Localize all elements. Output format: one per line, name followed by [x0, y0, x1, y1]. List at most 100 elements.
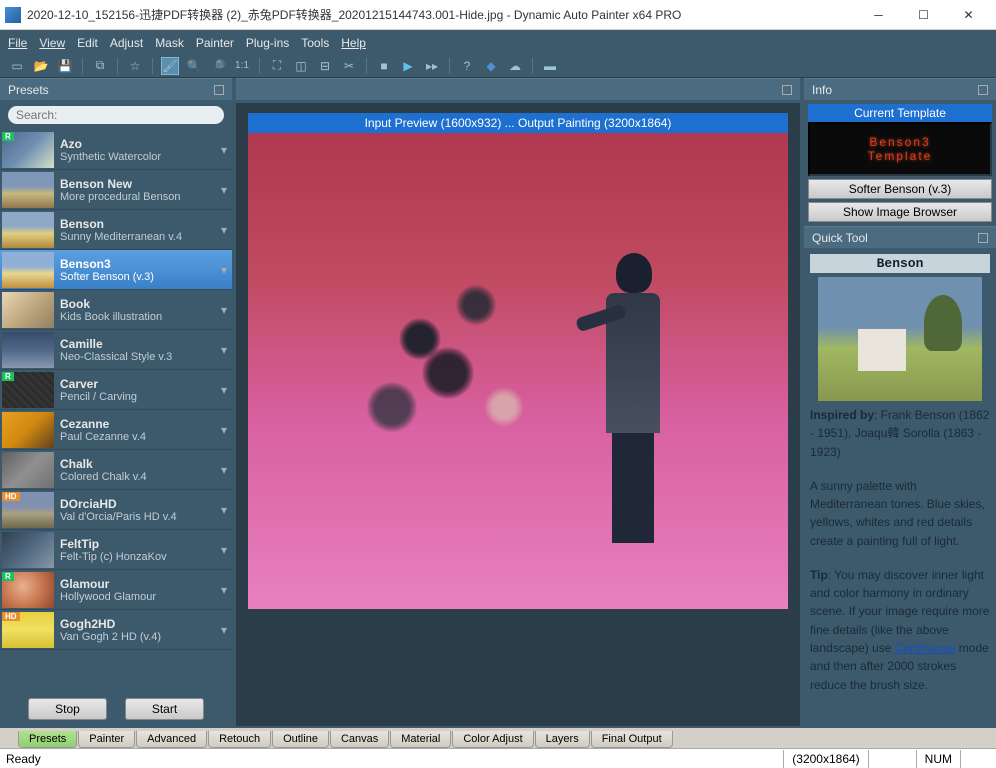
preset-dropdown-icon[interactable]: ▾ [218, 303, 230, 317]
tab-retouch[interactable]: Retouch [208, 731, 271, 748]
menu-tools[interactable]: Tools [301, 35, 329, 50]
open-icon[interactable]: 📂 [32, 57, 50, 75]
preset-item-chalk[interactable]: Chalk Colored Chalk v.4 ▾ [0, 450, 232, 490]
preset-item-benson3[interactable]: Benson3 Softer Benson (v.3) ▾ [0, 250, 232, 290]
preset-item-dorciahd[interactable]: HD DOrciaHD Val d'Orcia/Paris HD v.4 ▾ [0, 490, 232, 530]
pin-icon[interactable] [978, 85, 988, 95]
cloud-icon[interactable]: ☁ [506, 57, 524, 75]
preset-text: Cezanne Paul Cezanne v.4 [60, 417, 218, 443]
tab-outline[interactable]: Outline [272, 731, 329, 748]
menu-help[interactable]: Help [341, 35, 366, 50]
right-panel: Info Current Template Benson3 Template S… [804, 78, 996, 726]
preset-dropdown-icon[interactable]: ▾ [218, 503, 230, 517]
preset-text: Azo Synthetic Watercolor [60, 137, 218, 163]
presets-header-label: Presets [8, 83, 49, 97]
menu-adjust[interactable]: Adjust [110, 35, 143, 50]
preset-item-book[interactable]: Book Kids Book illustration ▾ [0, 290, 232, 330]
preset-name: Benson New [60, 177, 218, 191]
close-button[interactable]: ✕ [946, 1, 991, 29]
zoom-in-icon[interactable]: 🔍 [185, 57, 203, 75]
preset-item-azo[interactable]: R Azo Synthetic Watercolor ▾ [0, 130, 232, 170]
start-button[interactable]: Start [125, 698, 204, 720]
preset-dropdown-icon[interactable]: ▾ [218, 423, 230, 437]
paint-splatter [308, 203, 588, 543]
preset-dropdown-icon[interactable]: ▾ [218, 223, 230, 237]
star-icon[interactable]: ☆ [126, 57, 144, 75]
step-icon[interactable]: ▸▸ [423, 57, 441, 75]
zoom-out-icon[interactable]: 🔎 [209, 57, 227, 75]
copy-icon[interactable]: ⧉ [91, 57, 109, 75]
status-num: NUM [916, 750, 960, 768]
separator [449, 58, 450, 74]
preset-item-felttip[interactable]: FeltTip Felt-Tip (c) HonzaKov ▾ [0, 530, 232, 570]
menu-view[interactable]: View [39, 35, 65, 50]
preset-thumb [2, 452, 54, 488]
stop-icon[interactable]: ■ [375, 57, 393, 75]
led-line1: Benson3 [869, 135, 930, 149]
tab-final-output[interactable]: Final Output [591, 731, 673, 748]
crop-icon[interactable]: ✂ [340, 57, 358, 75]
stop-button[interactable]: Stop [28, 698, 107, 720]
menu-painter[interactable]: Painter [196, 35, 234, 50]
center-header [236, 78, 800, 100]
help-icon[interactable]: ? [458, 57, 476, 75]
new-icon[interactable]: ▭ [8, 57, 26, 75]
tab-painter[interactable]: Painter [78, 731, 135, 748]
tab-canvas[interactable]: Canvas [330, 731, 389, 748]
preset-item-benson[interactable]: Benson Sunny Mediterranean v.4 ▾ [0, 210, 232, 250]
menu-plugins[interactable]: Plug-ins [246, 35, 289, 50]
zoom-11-icon[interactable]: 1:1 [233, 57, 251, 75]
preset-dropdown-icon[interactable]: ▾ [218, 263, 230, 277]
brush-icon[interactable]: 🖌 [161, 57, 179, 75]
preset-dropdown-icon[interactable]: ▾ [218, 383, 230, 397]
tab-advanced[interactable]: Advanced [136, 731, 207, 748]
separator [366, 58, 367, 74]
preset-desc: More procedural Benson [60, 191, 218, 203]
status-blank1 [868, 750, 916, 768]
preset-dropdown-icon[interactable]: ▾ [218, 463, 230, 477]
preset-desc: Paul Cezanne v.4 [60, 431, 218, 443]
tab-material[interactable]: Material [390, 731, 451, 748]
play-icon[interactable]: ▶ [399, 57, 417, 75]
tab-presets[interactable]: Presets [18, 731, 77, 748]
separator [117, 58, 118, 74]
minimize-button[interactable]: ─ [856, 1, 901, 29]
save-icon[interactable]: 💾 [56, 57, 74, 75]
fit-icon[interactable]: ⛶ [268, 57, 286, 75]
search-input[interactable] [16, 108, 216, 122]
maximize-button[interactable]: ☐ [901, 1, 946, 29]
preset-text: Glamour Hollywood Glamour [60, 577, 218, 603]
preset-item-carver[interactable]: R Carver Pencil / Carving ▾ [0, 370, 232, 410]
split-v-icon[interactable]: ⊟ [316, 57, 334, 75]
preset-dropdown-icon[interactable]: ▾ [218, 143, 230, 157]
monitor-icon[interactable]: ▬ [541, 57, 559, 75]
menu-edit[interactable]: Edit [77, 35, 98, 50]
quick-text: Inspired by: Frank Benson (1862 - 1951),… [810, 407, 990, 695]
split-h-icon[interactable]: ◫ [292, 57, 310, 75]
preset-item-camille[interactable]: Camille Neo-Classical Style v.3 ▾ [0, 330, 232, 370]
pin-icon[interactable] [214, 85, 224, 95]
preset-dropdown-icon[interactable]: ▾ [218, 343, 230, 357]
pin-icon[interactable] [978, 233, 988, 243]
menu-mask[interactable]: Mask [155, 35, 184, 50]
preset-dropdown-icon[interactable]: ▾ [218, 543, 230, 557]
preset-thumb [2, 292, 54, 328]
preset-item-cezanne[interactable]: Cezanne Paul Cezanne v.4 ▾ [0, 410, 232, 450]
preset-dropdown-icon[interactable]: ▾ [218, 583, 230, 597]
preset-dropdown-icon[interactable]: ▾ [218, 623, 230, 637]
search-box[interactable] [8, 106, 224, 124]
continuous-link[interactable]: Continuous [895, 641, 956, 655]
preset-item-gogh2hd[interactable]: HD Gogh2HD Van Gogh 2 HD (v.4) ▾ [0, 610, 232, 650]
preset-list[interactable]: R Azo Synthetic Watercolor ▾ Benson New … [0, 130, 232, 692]
preset-dropdown-icon[interactable]: ▾ [218, 183, 230, 197]
book-icon[interactable]: ◆ [482, 57, 500, 75]
tab-layers[interactable]: Layers [535, 731, 590, 748]
show-image-browser-button[interactable]: Show Image Browser [808, 202, 992, 222]
pin-icon[interactable] [782, 85, 792, 95]
menu-file[interactable]: File [8, 35, 27, 50]
canvas-image[interactable] [248, 133, 788, 609]
template-name-button[interactable]: Softer Benson (v.3) [808, 179, 992, 199]
preset-item-glamour[interactable]: R Glamour Hollywood Glamour ▾ [0, 570, 232, 610]
preset-item-benson new[interactable]: Benson New More procedural Benson ▾ [0, 170, 232, 210]
tab-color-adjust[interactable]: Color Adjust [452, 731, 533, 748]
